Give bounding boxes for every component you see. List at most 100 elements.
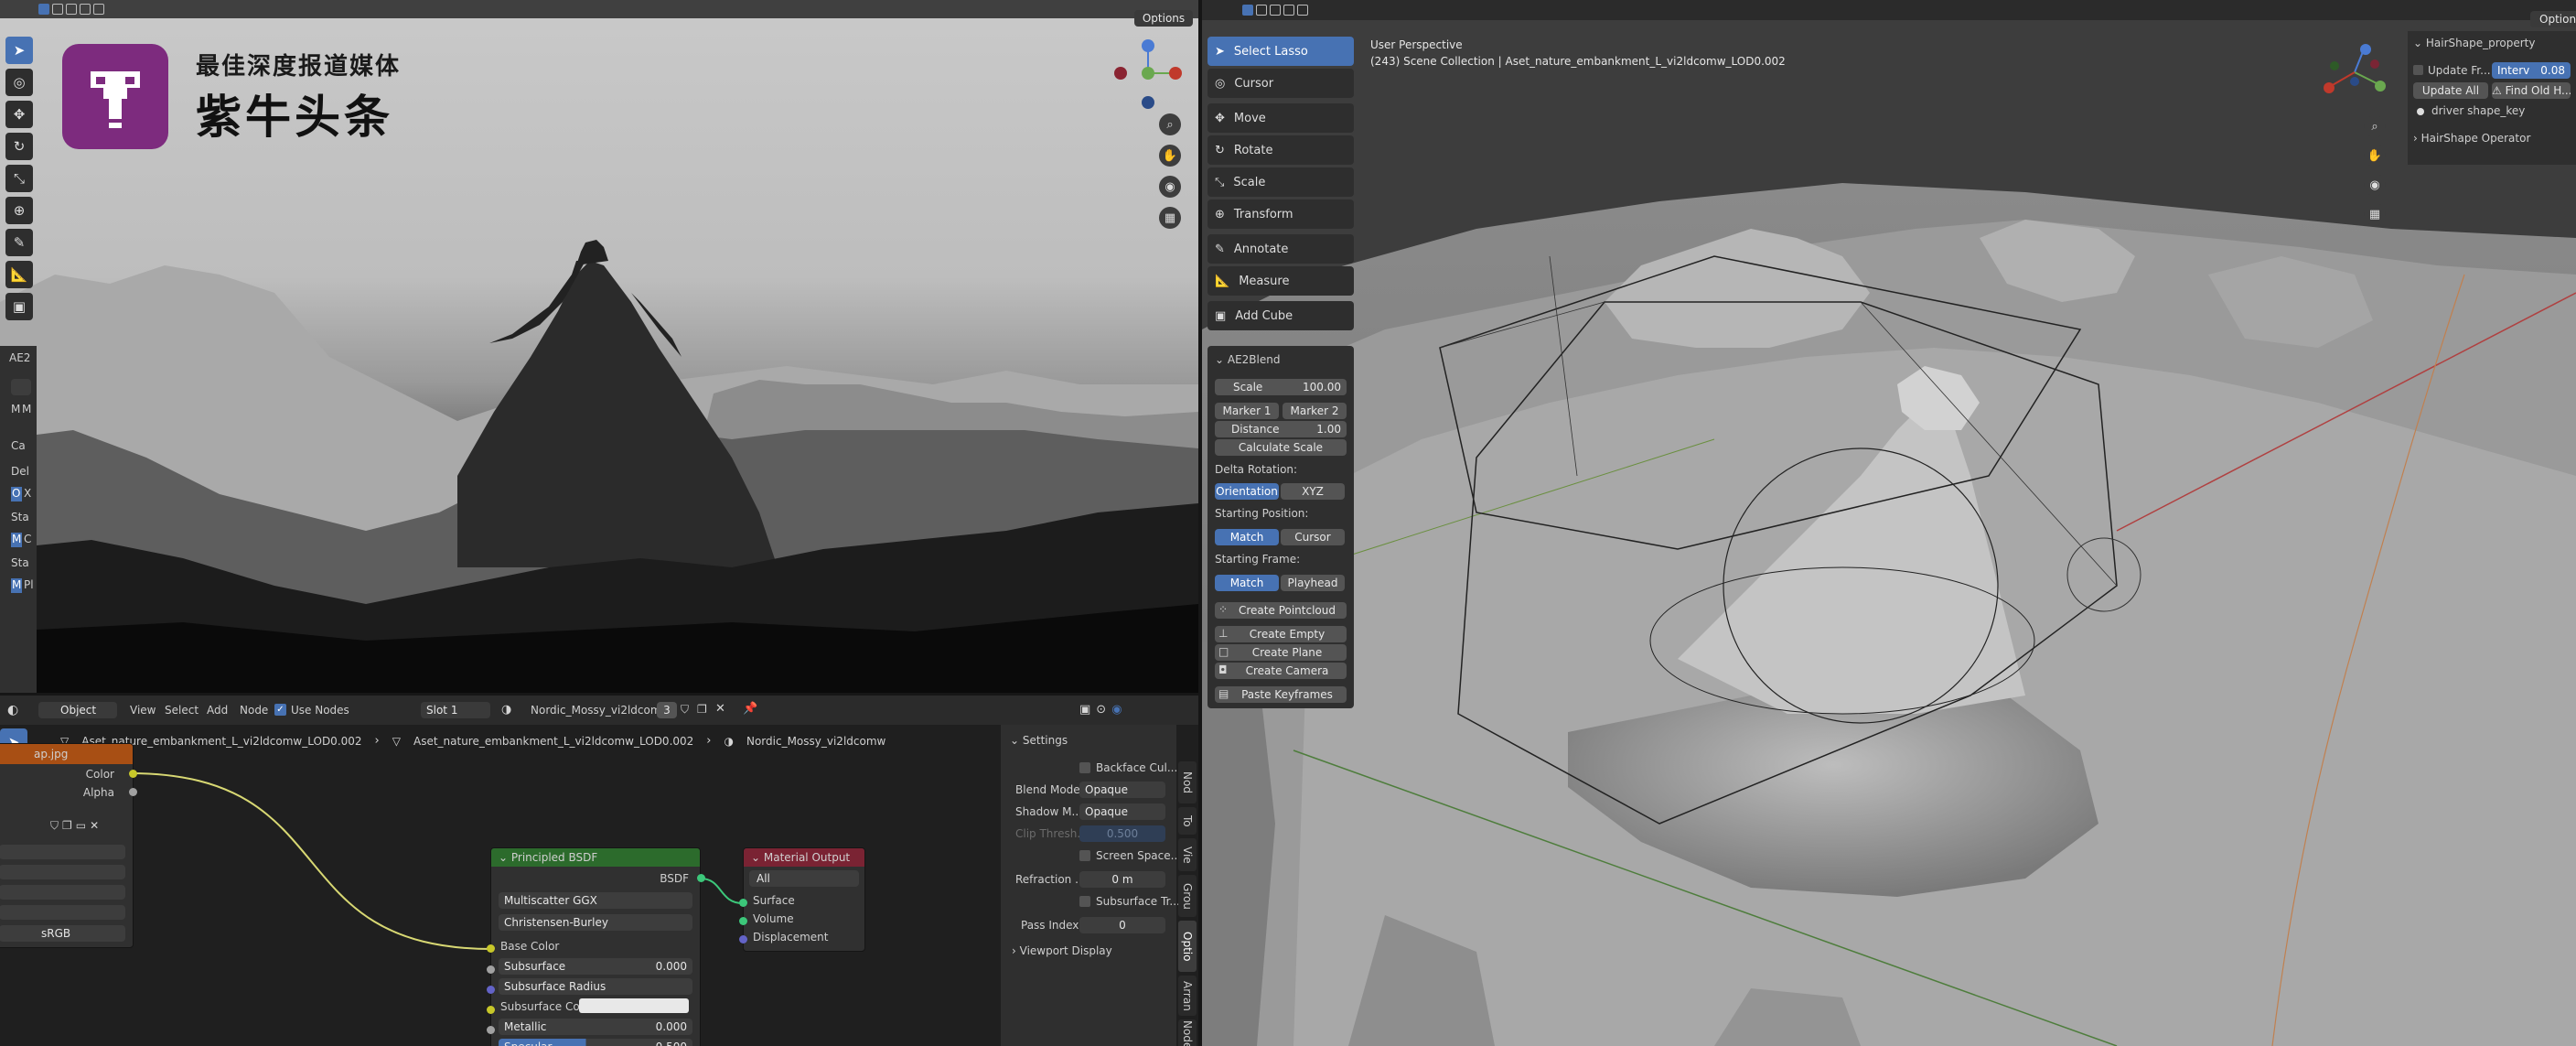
xyz-button[interactable]: XYZ <box>1281 483 1345 500</box>
create-plane-button[interactable]: Create Plane <box>1215 644 1347 661</box>
camera-view-icon[interactable]: ◉ <box>1159 176 1181 198</box>
ae2-tab[interactable]: AE2 <box>9 351 30 364</box>
move-icon[interactable]: ✥ <box>5 101 33 128</box>
pass-index-field[interactable]: 0 <box>1079 917 1165 933</box>
tab-node[interactable]: Nod <box>1178 761 1197 803</box>
image-dropdown[interactable] <box>0 905 125 920</box>
camera-view-icon[interactable]: ◉ <box>2364 174 2386 196</box>
scale-icon[interactable]: ⤡ <box>5 165 33 192</box>
distribution-dropdown[interactable]: Multiscatter GGX <box>499 892 692 909</box>
colorspace-dropdown[interactable]: sRGB <box>0 925 125 942</box>
clip-threshold-field[interactable]: 0.500 <box>1079 825 1165 842</box>
ortho-grid-icon[interactable]: ▦ <box>1159 207 1181 229</box>
image-dropdown[interactable] <box>0 845 125 859</box>
select-mode-icons[interactable] <box>1242 5 1308 16</box>
zoom-icon[interactable]: ⌕ <box>1159 113 1181 135</box>
socket-subsurface[interactable] <box>487 965 495 974</box>
close-icon[interactable]: ✕ <box>90 819 99 833</box>
socket-metallic[interactable] <box>487 1026 495 1034</box>
tool-cursor[interactable]: ◎ Cursor <box>1208 69 1354 98</box>
screen-space-checkbox[interactable] <box>1079 850 1090 861</box>
socket-surface[interactable] <box>739 899 747 907</box>
subsurface-translucency-checkbox[interactable] <box>1079 896 1090 907</box>
duplicate-icon[interactable]: ❐ <box>62 819 72 833</box>
subsurface-radius-dropdown[interactable]: Subsurface Radius <box>499 978 692 995</box>
subsurface-color-swatch[interactable] <box>579 998 689 1013</box>
socket-alpha[interactable] <box>129 788 137 796</box>
hairshape-property-title[interactable]: ⌄ HairShape_property <box>2413 37 2535 49</box>
socket-base-color[interactable] <box>487 944 495 953</box>
tool-rotate[interactable]: ↻ Rotate <box>1208 135 1354 165</box>
socket-bsdf-out[interactable] <box>697 874 705 882</box>
select-cursor-icon[interactable]: ➤ <box>5 37 33 64</box>
frame-playhead-button[interactable]: Playhead <box>1281 575 1345 591</box>
panel-field[interactable] <box>11 379 31 395</box>
pan-hand-icon[interactable]: ✋ <box>2364 145 2386 167</box>
frame-match-button[interactable]: Match <box>1215 575 1279 591</box>
distance-field[interactable]: Distance 1.00 <box>1215 421 1347 437</box>
material-output-node[interactable]: ⌄ Material Output All Surface Volume Dis… <box>743 847 865 952</box>
position-cursor-button[interactable]: Cursor <box>1281 529 1345 545</box>
orientation-button[interactable]: Orientation <box>1215 483 1279 500</box>
panel-frag[interactable]: M <box>12 578 21 591</box>
hairshape-operator-title[interactable]: › HairShape Operator <box>2413 132 2530 145</box>
paste-keyframes-button[interactable]: Paste Keyframes <box>1215 686 1347 703</box>
socket-subsurface-radius[interactable] <box>487 986 495 994</box>
tab-view[interactable]: Vie <box>1178 838 1197 871</box>
add-cube-icon[interactable]: ▣ <box>5 293 33 320</box>
update-frame-checkbox[interactable] <box>2413 65 2423 75</box>
image-dropdown[interactable] <box>0 865 125 879</box>
rotate-icon[interactable]: ↻ <box>5 133 33 160</box>
marker2-button[interactable]: Marker 2 <box>1283 403 1347 419</box>
tool-move[interactable]: ✥ Move <box>1208 103 1354 133</box>
right-viewport[interactable]: Options User Perspective (243) Scene Col… <box>1202 0 2576 1046</box>
panel-frag[interactable]: M <box>12 533 21 545</box>
create-camera-button[interactable]: Create Camera <box>1215 663 1347 679</box>
node-editor[interactable]: ◐ Object View Select Add Node ✓ Use Node… <box>0 696 1198 1046</box>
shadow-mode-dropdown[interactable]: Opaque <box>1079 803 1165 820</box>
cursor-icon[interactable]: ◎ <box>5 69 33 96</box>
annotate-icon[interactable]: ✎ <box>5 229 33 256</box>
interval-field[interactable]: Interv 0.08 <box>2492 62 2571 79</box>
options-button[interactable]: Options <box>1134 10 1193 27</box>
tab-tool[interactable]: To <box>1178 807 1197 835</box>
tool-add-cube[interactable]: ▣ Add Cube <box>1208 301 1354 330</box>
select-mode-icons[interactable] <box>38 4 104 15</box>
scale-field[interactable]: Scale 100.00 <box>1215 379 1347 395</box>
options-button[interactable]: Options <box>2530 11 2576 27</box>
ae2blend-title[interactable]: ⌄ AE2Blend <box>1215 353 1280 366</box>
update-all-button[interactable]: Update All <box>2413 82 2488 99</box>
subsurface-method-dropdown[interactable]: Christensen-Burley <box>499 914 692 931</box>
tab-arrange[interactable]: Arran <box>1178 976 1197 1016</box>
panel-frag[interactable]: C <box>24 533 31 545</box>
folder-icon[interactable]: ▭ <box>76 819 86 833</box>
socket-subsurface-color[interactable] <box>487 1006 495 1014</box>
tool-transform[interactable]: ⊕ Transform <box>1208 199 1354 229</box>
metallic-field[interactable]: Metallic 0.000 <box>499 1019 692 1035</box>
find-old-button[interactable]: ⚠ Find Old H... <box>2492 82 2571 99</box>
image-dropdown[interactable] <box>0 885 125 900</box>
marker1-button[interactable]: Marker 1 <box>1215 403 1279 419</box>
tab-group[interactable]: Grou <box>1178 875 1197 917</box>
create-empty-button[interactable]: Create Empty <box>1215 626 1347 642</box>
socket-color[interactable] <box>129 770 137 778</box>
fake-user-icon[interactable]: ⛉ <box>50 819 59 833</box>
navigation-gizmo[interactable] <box>2309 40 2400 104</box>
subsurface-field[interactable]: Subsurface 0.000 <box>499 958 692 975</box>
measure-icon[interactable]: 📐 <box>5 261 33 288</box>
refraction-field[interactable]: 0 m <box>1079 871 1165 888</box>
zoom-icon[interactable]: ⌕ <box>2364 115 2386 137</box>
output-target-dropdown[interactable]: All <box>749 870 859 887</box>
tool-measure[interactable]: 📐 Measure <box>1208 266 1354 296</box>
pan-hand-icon[interactable]: ✋ <box>1159 145 1181 167</box>
backface-culling-checkbox[interactable] <box>1079 762 1090 773</box>
panel-frag[interactable]: Pl <box>24 578 34 591</box>
tab-options[interactable]: Optio <box>1178 921 1197 972</box>
calculate-scale-button[interactable]: Calculate Scale <box>1215 439 1347 456</box>
settings-title[interactable]: ⌄ Settings <box>1010 734 1068 747</box>
viewport-display-header[interactable]: › Viewport Display <box>1012 944 1112 957</box>
position-match-button[interactable]: Match <box>1215 529 1279 545</box>
socket-displacement[interactable] <box>739 935 747 944</box>
area-divider-horizontal[interactable] <box>0 693 1198 696</box>
ortho-grid-icon[interactable]: ▦ <box>2364 203 2386 225</box>
